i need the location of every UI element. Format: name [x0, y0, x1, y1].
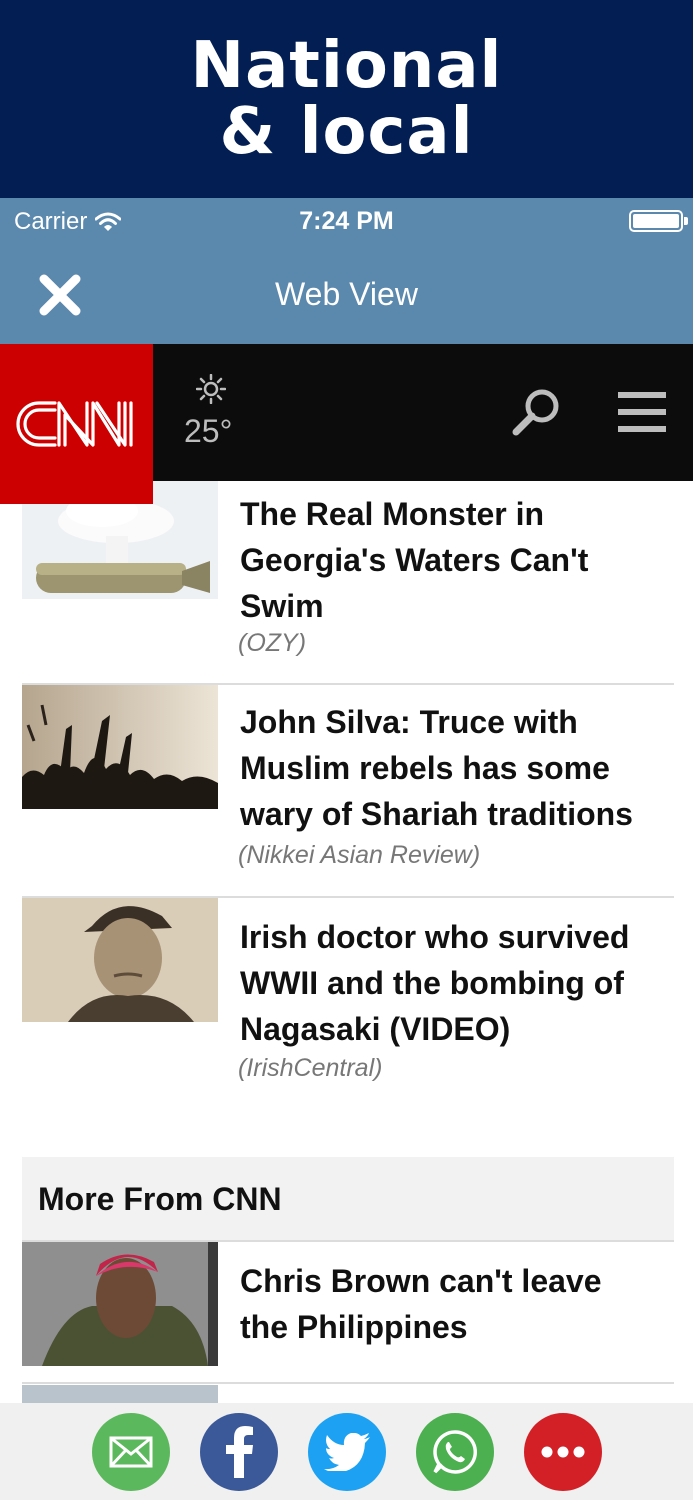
celebrity-image	[22, 1242, 218, 1366]
screen: National & local Carrier 7:24 PM Web Vie…	[0, 0, 693, 1500]
article-source: (Nikkei Asian Review)	[238, 841, 481, 869]
article-item[interactable]: Chris Brown can't leave the Philippines	[22, 1242, 674, 1382]
article-thumbnail	[22, 898, 218, 1022]
article-title: Chris Brown can't leave the Philippines	[240, 1263, 602, 1345]
article-source: (IrishCentral)	[238, 1054, 383, 1082]
divider	[22, 1382, 674, 1384]
share-email-button[interactable]	[91, 1412, 170, 1491]
search-icon	[512, 389, 559, 436]
nav-title: Web View	[275, 276, 418, 312]
share-facebook-button[interactable]	[199, 1412, 278, 1491]
article-item[interactable]: Irish doctor who survived WWII and the b…	[22, 898, 674, 1108]
share-twitter-button[interactable]	[307, 1412, 386, 1491]
share-more-button[interactable]	[523, 1412, 602, 1491]
status-time: 7:24 PM	[299, 207, 394, 235]
hamburger-icon-bar	[618, 409, 666, 415]
portrait-image	[22, 898, 218, 1022]
menu-button[interactable]	[618, 392, 666, 432]
cnn-logo[interactable]	[0, 344, 153, 504]
promo-line-2: & local	[219, 95, 474, 169]
share-whatsapp-button[interactable]	[415, 1412, 494, 1491]
article-title: Irish doctor who survived WWII and the b…	[240, 919, 630, 1047]
article-item[interactable]: John Silva: Truce with Muslim rebels has…	[22, 685, 674, 895]
search-button[interactable]	[510, 386, 562, 438]
more-from-cnn-header: More From CNN	[22, 1157, 674, 1241]
weather-widget[interactable]: 25°	[184, 373, 233, 450]
mail-icon	[109, 1436, 152, 1467]
article-source: (OZY)	[238, 629, 307, 657]
article-title: The Real Monster in Georgia's Waters Can…	[240, 496, 589, 624]
hamburger-icon-bar	[618, 426, 666, 432]
more-icon	[541, 1446, 584, 1457]
cnn-logo-mark	[15, 401, 133, 447]
whatsapp-icon	[432, 1429, 477, 1474]
share-bar	[0, 1403, 693, 1500]
temperature-label: 25°	[184, 413, 233, 449]
promo-banner: National & local	[0, 0, 693, 198]
promo-line-1: National	[190, 29, 503, 103]
section-title: More From CNN	[38, 1181, 282, 1217]
twitter-icon	[323, 1432, 370, 1471]
hamburger-icon-bar	[618, 392, 666, 398]
article-thumbnail	[22, 685, 218, 809]
article-thumbnail-partial	[22, 1385, 218, 1405]
article-thumbnail	[22, 1242, 218, 1366]
status-bar: Carrier 7:24 PM	[0, 198, 693, 244]
sun-icon	[195, 373, 227, 405]
crowd-image	[22, 685, 218, 809]
nav-bar: Web View	[0, 244, 693, 344]
article-title: John Silva: Truce with Muslim rebels has…	[240, 704, 633, 832]
article-item[interactable]: The Real Monster in Georgia's Waters Can…	[22, 481, 674, 681]
facebook-icon	[225, 1425, 253, 1478]
cnn-header: 25°	[0, 344, 693, 504]
battery-icon	[629, 210, 688, 232]
